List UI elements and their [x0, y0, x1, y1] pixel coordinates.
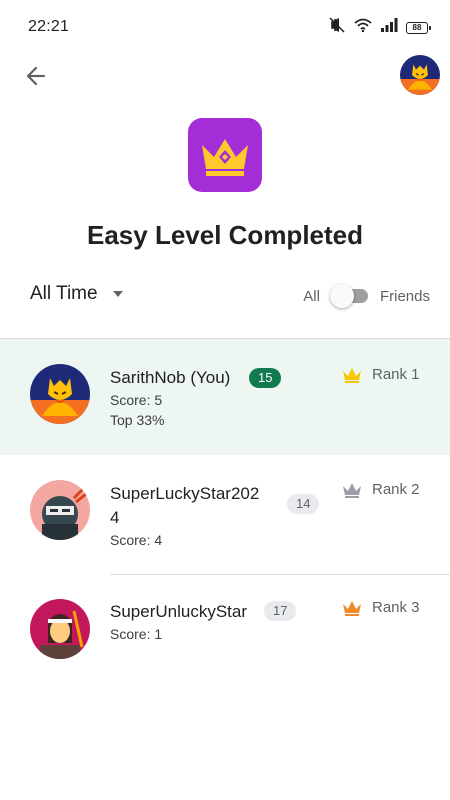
back-button[interactable]: [20, 60, 52, 92]
page-title: Easy Level Completed: [87, 220, 363, 250]
status-icons: 88: [328, 17, 431, 38]
status-time: 22:21: [28, 18, 70, 35]
player-score: Score: 4: [110, 532, 163, 548]
battery-icon: 88: [406, 21, 431, 34]
player-name: SarithNob (You): [110, 368, 231, 387]
rank-indicator: Rank 3: [342, 599, 420, 616]
level-badge: 14: [287, 494, 320, 514]
rank-label: Rank 3: [372, 599, 420, 616]
leaderboard-row[interactable]: SuperUnluckyStar 17 Score: 1 Rank 3: [0, 575, 450, 675]
warrior-avatar: [30, 599, 90, 659]
profile-avatar-button[interactable]: [400, 55, 440, 95]
time-range-dropdown[interactable]: All Time: [30, 283, 124, 305]
bronze-crown-icon: [343, 600, 361, 616]
player-percentile: Top 33%: [110, 412, 165, 428]
wifi-icon: [354, 18, 372, 37]
player-score: Score: 1: [110, 626, 163, 642]
leaderboard-row-you[interactable]: SarithNob (You) 15 Score: 5 Top 33% Rank…: [0, 339, 450, 455]
player-name-line1: SuperLuckyStar202: [110, 484, 260, 503]
dropdown-arrow-icon: [112, 291, 123, 297]
player-score: Score: 5: [110, 392, 163, 408]
silver-crown-icon: [343, 482, 361, 498]
level-crown-badge: [188, 118, 262, 192]
rank-indicator: Rank 1: [342, 366, 420, 383]
time-range-label: All Time: [30, 283, 98, 304]
player-name: SuperUnluckyStar: [110, 602, 248, 621]
back-arrow-icon: [26, 66, 46, 86]
dragon-avatar: [30, 364, 90, 424]
gold-crown-icon: [343, 367, 361, 383]
rank-label: Rank 2: [372, 481, 420, 498]
dragon-avatar: [400, 55, 440, 95]
rank-label: Rank 1: [372, 366, 420, 383]
status-bar: 22:21 88: [0, 0, 450, 52]
signal-icon: [380, 18, 398, 37]
ninja-avatar: [30, 480, 90, 540]
toggle-label-all: All: [303, 287, 320, 305]
rank-indicator: Rank 2: [342, 481, 420, 498]
toggle-thumb: [329, 284, 354, 308]
level-badge: 15: [249, 368, 282, 388]
player-name-line2: 4: [110, 508, 120, 527]
mute-icon: [328, 17, 346, 38]
friends-filter: All Friends: [303, 284, 430, 308]
leaderboard-row[interactable]: SuperLuckyStar202 4 14 Score: 4 Rank 2: [0, 456, 450, 574]
toggle-label-friends: Friends: [379, 287, 430, 305]
crown-icon: [202, 139, 248, 176]
friends-toggle[interactable]: [329, 284, 370, 308]
level-badge: 17: [264, 601, 297, 621]
